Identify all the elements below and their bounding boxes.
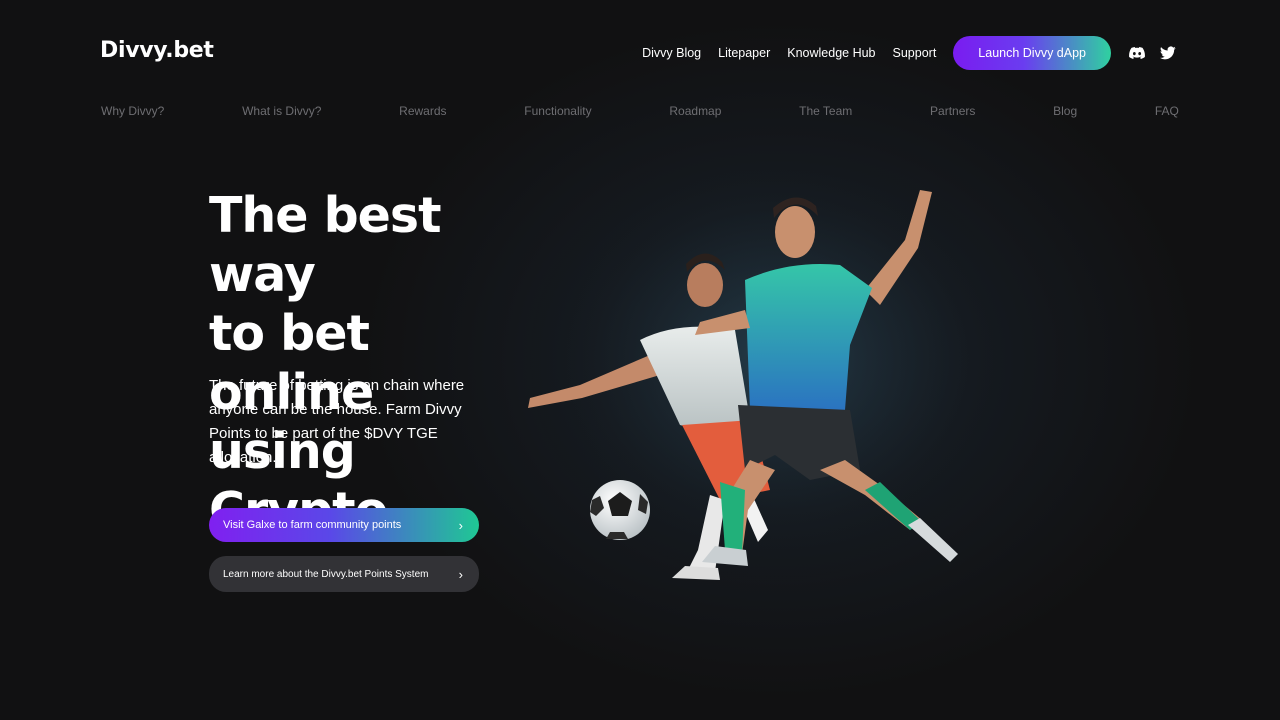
nav-knowledge-hub[interactable]: Knowledge Hub (787, 46, 875, 60)
galxe-cta-button[interactable]: Visit Galxe to farm community points › (209, 508, 479, 542)
hero-subtitle: The future of betting is on chain where … (209, 377, 465, 466)
social-links (1129, 45, 1176, 61)
football-icon (590, 480, 650, 540)
twitter-icon[interactable] (1160, 45, 1176, 61)
nav-support[interactable]: Support (893, 46, 937, 60)
section-roadmap[interactable]: Roadmap (669, 104, 721, 118)
section-rewards[interactable]: Rewards (399, 104, 446, 118)
football-players-image (520, 170, 980, 590)
galxe-cta-label: Visit Galxe to farm community points (223, 519, 402, 531)
section-the-team[interactable]: The Team (799, 104, 852, 118)
discord-icon[interactable] (1129, 45, 1145, 61)
section-partners[interactable]: Partners (930, 104, 975, 118)
section-blog[interactable]: Blog (1053, 104, 1077, 118)
section-why-divvy[interactable]: Why Divvy? (101, 104, 164, 118)
chevron-right-icon: › (458, 517, 463, 533)
hero-title: The best way to bet online using Crypto. (209, 186, 539, 540)
launch-dapp-button[interactable]: Launch Divvy dApp (953, 36, 1111, 70)
logo[interactable]: Divvy.bet (100, 38, 214, 63)
section-nav: Why Divvy? What is Divvy? Rewards Functi… (101, 104, 1179, 118)
points-system-button[interactable]: Learn more about the Divvy.bet Points Sy… (209, 556, 479, 592)
top-nav: Divvy Blog Litepaper Knowledge Hub Suppo… (625, 36, 1176, 70)
section-faq[interactable]: FAQ (1155, 104, 1179, 118)
section-what-is-divvy[interactable]: What is Divvy? (242, 104, 321, 118)
landing-page: Divvy.bet Divvy Blog Litepaper Knowledge… (0, 0, 1280, 720)
hero-title-line: The best way (209, 187, 441, 303)
points-system-label: Learn more about the Divvy.bet Points Sy… (223, 568, 429, 580)
chevron-right-icon: › (458, 566, 463, 582)
nav-litepaper[interactable]: Litepaper (718, 46, 770, 60)
nav-divvy-blog[interactable]: Divvy Blog (642, 46, 701, 60)
section-functionality[interactable]: Functionality (524, 104, 591, 118)
